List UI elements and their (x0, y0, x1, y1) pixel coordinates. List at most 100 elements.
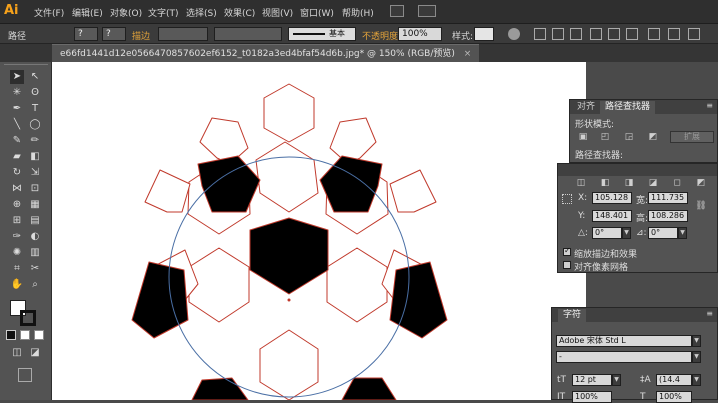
font-family-dropdown-icon[interactable]: ▼ (692, 335, 701, 347)
divide-icon[interactable]: ◫ (574, 177, 588, 189)
menu-help[interactable]: 帮助(H) (342, 6, 374, 19)
free-transform-tool-icon[interactable]: ⊡ (28, 182, 42, 196)
stroke-swatch[interactable]: ? (102, 27, 126, 41)
none-mode-icon[interactable] (34, 330, 44, 340)
paintbrush-tool-icon[interactable]: ✎ (10, 134, 24, 148)
menu-window[interactable]: 窗口(W) (300, 6, 334, 19)
blob-brush-tool-icon[interactable]: ▰ (10, 150, 24, 164)
gradient-mode-icon[interactable] (20, 330, 30, 340)
tab-align[interactable]: 对齐 (572, 101, 600, 114)
rotate-dropdown-icon[interactable]: ▼ (622, 227, 631, 239)
menu-select[interactable]: 选择(S) (186, 6, 217, 19)
x-field[interactable]: 105.128 (592, 192, 632, 204)
distribute-right-icon[interactable] (688, 28, 700, 40)
font-size-field[interactable]: 12 pt (572, 374, 612, 386)
color-mode-icon[interactable] (6, 330, 16, 340)
panel-menu-icon[interactable]: ≡ (706, 101, 713, 110)
direct-selection-tool-icon[interactable]: ↖ (28, 70, 42, 84)
align-bottom-icon[interactable] (626, 28, 638, 40)
exclude-icon[interactable]: ◩ (646, 131, 660, 143)
expand-button[interactable]: 扩展 (670, 131, 714, 143)
pen-tool-icon[interactable]: ✒ (10, 102, 24, 116)
type-tool-icon[interactable]: T (28, 102, 42, 116)
menu-object[interactable]: 对象(O) (110, 6, 142, 19)
unite-icon[interactable]: ▣ (576, 131, 590, 143)
vertical-scale-field[interactable]: 100% (572, 391, 612, 403)
menu-file[interactable]: 文件(F) (34, 6, 64, 19)
align-left-icon[interactable] (534, 28, 546, 40)
stroke-color-icon[interactable] (20, 310, 36, 326)
artboard-canvas[interactable] (52, 62, 586, 400)
crop-icon[interactable]: ◪ (646, 177, 660, 189)
width-field[interactable]: 111.735 (648, 192, 688, 204)
menu-view[interactable]: 视图(V) (262, 6, 293, 19)
opacity-field[interactable]: 100% (398, 27, 442, 41)
lasso-tool-icon[interactable]: ʘ (28, 86, 42, 100)
shape-builder-tool-icon[interactable]: ⊕ (10, 198, 24, 212)
rotate-tool-icon[interactable]: ↻ (10, 166, 24, 180)
shear-field[interactable]: 0° (648, 227, 678, 239)
perspective-grid-tool-icon[interactable]: ▦ (28, 198, 42, 212)
rotate-field[interactable]: 0° (592, 227, 622, 239)
font-family-field[interactable]: Adobe 宋体 Std L (556, 335, 692, 347)
eraser-tool-icon[interactable]: ◧ (28, 150, 42, 164)
bridge-icon[interactable] (390, 5, 404, 17)
arrange-documents-icon[interactable] (418, 5, 436, 17)
align-right-icon[interactable] (570, 28, 582, 40)
screen-mode-icon[interactable] (18, 368, 32, 382)
zoom-tool-icon[interactable]: ⌕ (28, 278, 42, 292)
constrain-proportions-icon[interactable]: ⛓ (694, 200, 708, 212)
minus-front-icon[interactable]: ◰ (598, 131, 612, 143)
menu-edit[interactable]: 编辑(E) (72, 6, 103, 19)
height-field[interactable]: 108.286 (648, 210, 688, 222)
draw-behind-icon[interactable]: ◪ (28, 346, 42, 360)
document-tab[interactable]: e66fd1441d12e0566470857602ef6152_t0182a3… (52, 44, 480, 62)
intersect-icon[interactable]: ◲ (622, 131, 636, 143)
stroke-label[interactable]: 描边 (132, 29, 150, 42)
panel-menu-icon[interactable]: ≡ (706, 309, 713, 318)
align-top-icon[interactable] (590, 28, 602, 40)
blend-tool-icon[interactable]: ◐ (28, 230, 42, 244)
horizontal-scale-field[interactable]: 100% (656, 391, 692, 403)
leading-dropdown-icon[interactable]: ▼ (692, 374, 701, 386)
artboard-tool-icon[interactable]: ⌗ (10, 262, 24, 276)
align-center-icon[interactable] (552, 28, 564, 40)
ellipse-tool-icon[interactable]: ◯ (28, 118, 42, 132)
shear-dropdown-icon[interactable]: ▼ (678, 227, 687, 239)
mesh-tool-icon[interactable]: ⊞ (10, 214, 24, 228)
column-graph-tool-icon[interactable]: ▥ (28, 246, 42, 260)
trim-icon[interactable]: ◧ (598, 177, 612, 189)
y-field[interactable]: 148.401 (592, 210, 632, 222)
fill-swatch[interactable]: ? (74, 27, 98, 41)
tab-character[interactable]: 字符 (558, 309, 587, 322)
font-style-field[interactable]: - (556, 351, 692, 363)
merge-icon[interactable]: ◨ (622, 177, 636, 189)
outline-icon[interactable]: ◻ (670, 177, 684, 189)
scale-tool-icon[interactable]: ⇲ (28, 166, 42, 180)
brush-definition[interactable]: 基本 (288, 27, 356, 41)
font-size-dropdown-icon[interactable]: ▼ (612, 374, 621, 386)
recolor-artwork-icon[interactable] (508, 28, 520, 40)
menu-type[interactable]: 文字(T) (148, 6, 179, 19)
soccer-ball-artwork[interactable] (52, 62, 586, 400)
eyedropper-tool-icon[interactable]: ✑ (10, 230, 24, 244)
menu-effect[interactable]: 效果(C) (224, 6, 255, 19)
variable-width-profile[interactable] (214, 27, 282, 41)
close-icon[interactable]: × (464, 49, 472, 59)
symbol-sprayer-tool-icon[interactable]: ✺ (10, 246, 24, 260)
reference-point-icon[interactable] (562, 194, 572, 204)
tab-pathfinder[interactable]: 路径查找器 (600, 101, 656, 114)
stroke-weight-field[interactable] (158, 27, 208, 41)
minus-back-icon[interactable]: ◩ (694, 177, 708, 189)
align-pixel-grid-checkbox[interactable] (563, 261, 571, 269)
font-style-dropdown-icon[interactable]: ▼ (692, 351, 701, 363)
slice-tool-icon[interactable]: ✂ (28, 262, 42, 276)
magic-wand-tool-icon[interactable]: ✳ (10, 86, 24, 100)
line-tool-icon[interactable]: ╲ (10, 118, 24, 132)
distribute-icon[interactable] (648, 28, 660, 40)
draw-mode-icon[interactable]: ◫ (10, 346, 24, 360)
width-tool-icon[interactable]: ⋈ (10, 182, 24, 196)
hand-tool-icon[interactable]: ✋ (10, 278, 24, 292)
align-middle-icon[interactable] (608, 28, 620, 40)
distribute-center-icon[interactable] (668, 28, 680, 40)
